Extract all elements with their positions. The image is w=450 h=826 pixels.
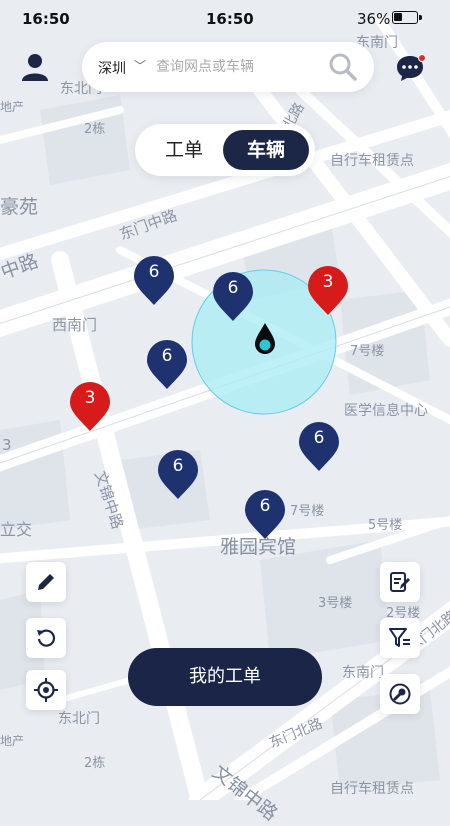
vehicle-cluster-marker[interactable]: 3 (70, 382, 110, 432)
tab-work-order[interactable]: 工单 (141, 130, 227, 170)
vehicle-cluster-marker[interactable]: 6 (147, 340, 187, 390)
battery-percent: 36% (357, 10, 391, 28)
map-label: 7号楼 (290, 504, 325, 519)
map-label: 5号楼 (368, 518, 403, 533)
map-label: 东南门 (342, 665, 384, 681)
marker-count: 6 (259, 496, 271, 516)
map-label: 东北门 (58, 711, 100, 727)
my-orders-button[interactable]: 我的工单 (128, 648, 322, 706)
battery-icon (392, 11, 422, 24)
map-label: 自行车租赁点 (330, 153, 414, 169)
vehicle-cluster-marker[interactable]: 6 (245, 490, 285, 540)
report-edit-icon (390, 572, 410, 592)
locate-icon (34, 678, 58, 702)
mode-toggle[interactable]: 工单 车辆 (135, 124, 315, 176)
marker-count: 6 (148, 262, 160, 282)
map-label: 2栋 (84, 756, 106, 771)
chevron-down-icon[interactable]: ﹀ (134, 57, 146, 74)
marker-count: 3 (322, 272, 334, 292)
marker-count: 6 (172, 456, 184, 476)
report-button[interactable] (380, 562, 420, 602)
search-bar[interactable]: 深圳 ﹀ (82, 42, 374, 92)
status-time-center: 16:50 (206, 10, 254, 28)
vehicle-cluster-marker[interactable]: 6 (158, 450, 198, 500)
map-label: 医学信息中心 (344, 403, 428, 419)
locate-button[interactable] (26, 670, 66, 710)
message-icon[interactable] (396, 54, 428, 82)
wrench-icon (389, 683, 411, 705)
tab-vehicle[interactable]: 车辆 (223, 130, 309, 170)
user-avatar-icon[interactable] (20, 52, 50, 82)
vehicle-cluster-marker[interactable]: 6 (213, 272, 253, 322)
vehicle-cluster-marker[interactable]: 6 (134, 256, 174, 306)
map-label: 立交 (0, 520, 33, 539)
status-time-left: 16:50 (22, 10, 70, 28)
map-label: 自行车租赁点 (330, 781, 414, 797)
current-location-pin (255, 323, 275, 354)
map-label: 3 (2, 436, 12, 454)
vehicle-cluster-marker[interactable]: 3 (308, 266, 348, 316)
map-label: 豪苑 (0, 196, 39, 218)
refresh-button[interactable] (26, 618, 66, 658)
marker-count: 3 (84, 388, 96, 408)
map-label: 西南门 (52, 316, 98, 334)
map-label: 2栋 (84, 122, 106, 137)
pencil-icon (38, 574, 54, 590)
map-label: 地产 (0, 734, 25, 748)
filter-icon (389, 628, 410, 647)
filter-button[interactable] (380, 618, 420, 658)
map-label: 地产 (0, 100, 25, 114)
map-label: 3号楼 (318, 596, 353, 611)
marker-count: 6 (161, 346, 173, 366)
status-bar: 16:50 16:50 36% (0, 0, 450, 36)
map-label: 7号楼 (350, 344, 385, 359)
vehicle-cluster-marker[interactable]: 6 (299, 422, 339, 472)
edit-button[interactable] (26, 562, 66, 602)
tool-button[interactable] (380, 674, 420, 714)
search-input[interactable] (156, 58, 316, 76)
marker-count: 6 (227, 278, 239, 298)
refresh-icon (37, 629, 56, 647)
city-selector[interactable]: 深圳 (98, 58, 126, 78)
marker-count: 6 (313, 428, 325, 448)
search-icon[interactable] (328, 52, 358, 82)
